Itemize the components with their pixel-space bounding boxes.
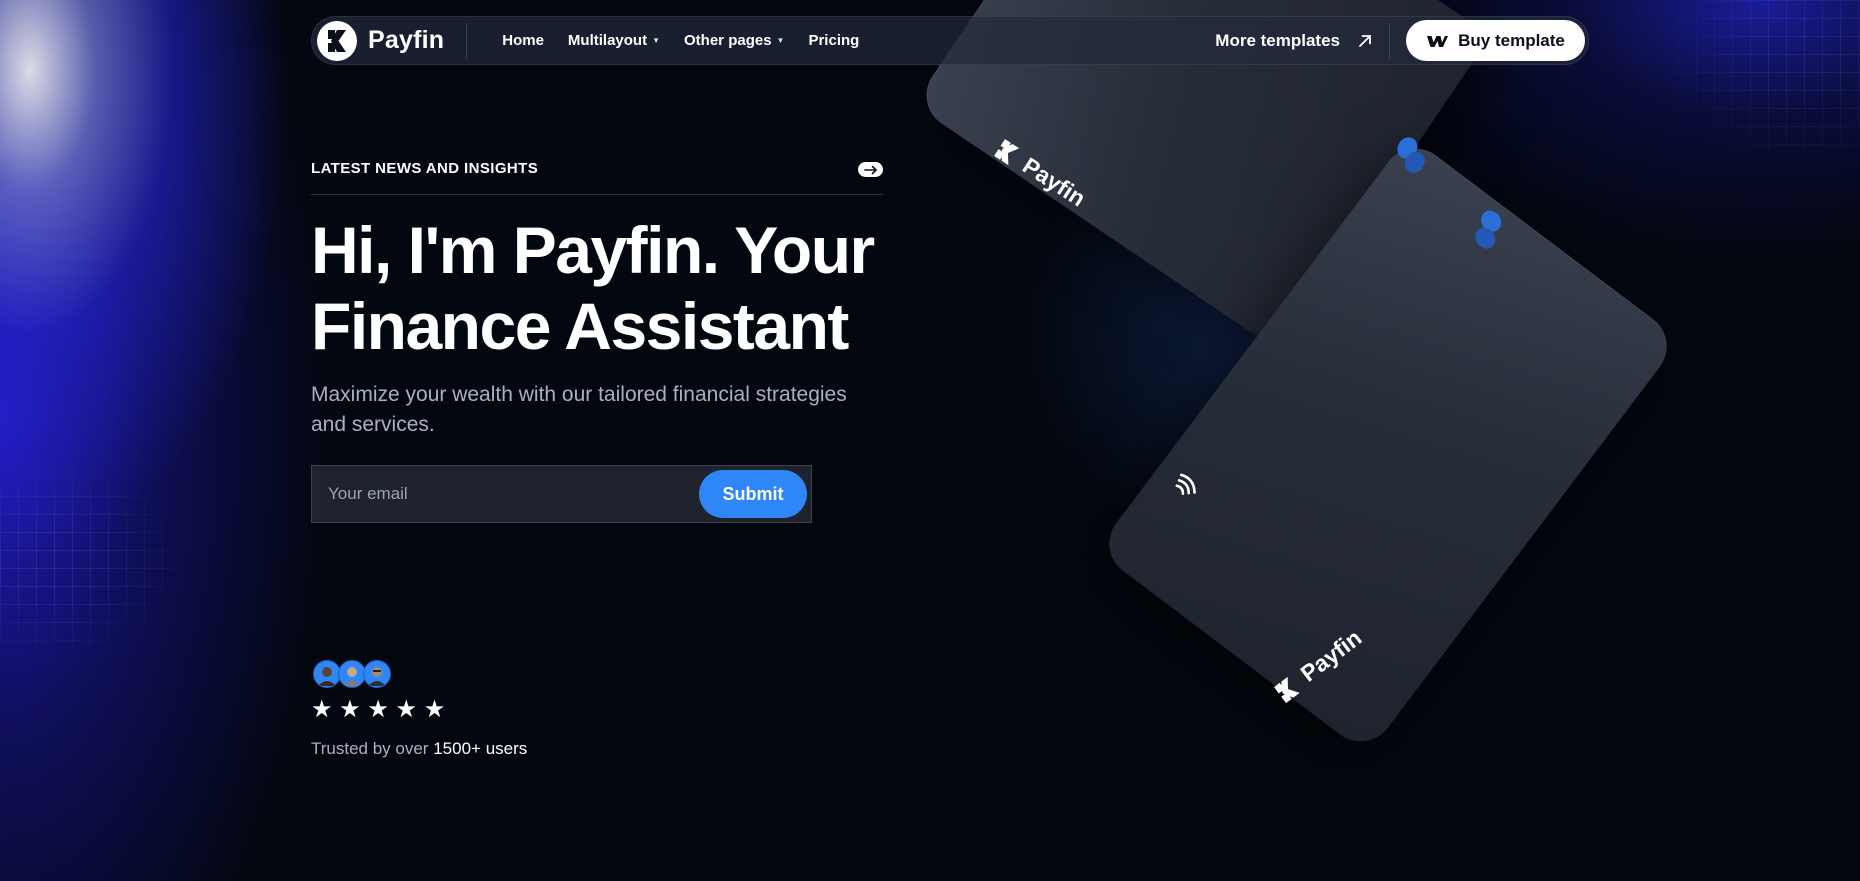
caret-down-icon: ▼ [652, 36, 661, 45]
nav-right: More templates Buy template [1215, 20, 1588, 61]
background-grid-left [0, 460, 190, 660]
hero-headline: Hi, I'm Payfin. Your Finance Assistant [311, 213, 875, 363]
news-eyebrow[interactable]: LATEST NEWS AND INSIGHTS [311, 158, 883, 195]
arrow-right-icon[interactable] [858, 162, 883, 177]
nav-link-label: Other pages [684, 32, 772, 49]
email-signup-form: Submit [311, 465, 812, 523]
submit-button[interactable]: Submit [699, 470, 807, 518]
trusted-text: Trusted by over 1500+ users [311, 739, 527, 759]
more-templates-link[interactable]: More templates [1215, 31, 1372, 51]
nav-links: Home Multilayout ▼ Other pages ▼ Pricing [502, 32, 859, 49]
nav-link-label: Home [502, 32, 544, 49]
arrow-up-right-icon [1358, 34, 1372, 48]
webflow-icon [1426, 34, 1449, 48]
payfin-logo-icon [317, 20, 357, 61]
trusted-prefix: Trusted by over [311, 739, 429, 758]
buy-template-button[interactable]: Buy template [1406, 20, 1585, 61]
trusted-count: 1500+ users [433, 739, 528, 758]
nav-link-home[interactable]: Home [502, 32, 544, 49]
avatar [338, 660, 366, 688]
top-navbar: Payfin Home Multilayout ▼ Other pages ▼ … [311, 16, 1589, 65]
nav-link-multilayout[interactable]: Multilayout ▼ [568, 32, 660, 49]
nav-link-other-pages[interactable]: Other pages ▼ [684, 32, 784, 49]
more-templates-label: More templates [1215, 30, 1340, 50]
nav-link-label: Pricing [808, 32, 860, 49]
nav-divider [466, 22, 468, 59]
hero-subtext: Maximize your wealth with our tailored f… [311, 383, 847, 436]
avatar [313, 660, 341, 688]
nav-link-pricing[interactable]: Pricing [808, 32, 859, 49]
brand-link[interactable]: Payfin [317, 20, 445, 61]
eyebrow-text: LATEST NEWS AND INSIGHTS [311, 160, 539, 177]
nav-link-label: Multilayout [567, 32, 648, 49]
page: Payfin Payfin Payfin Home Multilayout ▼ … [0, 0, 1860, 881]
brand-name: Payfin [368, 26, 445, 54]
avatar [363, 660, 391, 688]
rating-stars: ★ ★ ★ ★ ★ [311, 696, 446, 723]
background-grid-right [1660, 0, 1860, 170]
buy-template-label: Buy template [1458, 30, 1565, 50]
nav-divider [1389, 22, 1390, 59]
caret-down-icon: ▼ [776, 36, 785, 45]
email-input[interactable] [312, 465, 699, 523]
user-avatars [313, 660, 391, 688]
